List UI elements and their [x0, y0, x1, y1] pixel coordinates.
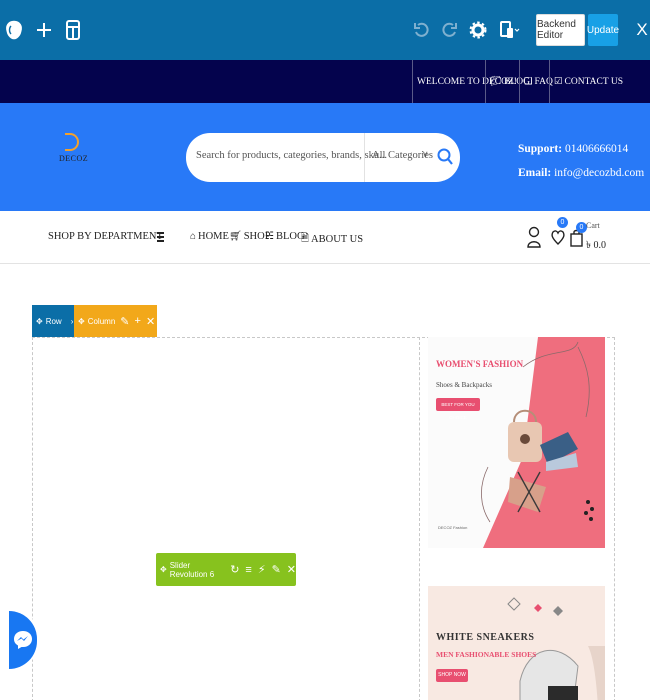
clone-icon[interactable]: ↻: [230, 563, 239, 576]
search-input[interactable]: Search for products, categories, brands,…: [196, 150, 387, 161]
nav-about[interactable]: 🗎︎ ABOUT US: [301, 231, 363, 248]
heart-icon[interactable]: [551, 228, 565, 251]
top-strip: WELCOME TO DECOZ! 📁︎ BLOG ❑ FAQ ☑ CONTACT U…: [0, 60, 650, 103]
backend-editor-button[interactable]: Backend Editor: [536, 14, 585, 46]
home-icon: ⌂: [190, 231, 197, 242]
slider-label: Slider Revolution 6: [169, 560, 215, 579]
document-icon: 🗎︎: [301, 233, 310, 244]
banner2-button[interactable]: SHOP NOW: [436, 669, 468, 682]
settings-icon[interactable]: [466, 18, 490, 42]
adjust-icon[interactable]: ≡: [245, 564, 251, 576]
edit-pencil-icon[interactable]: ✎: [272, 563, 281, 576]
contact-top-link-label: CONTACT US: [564, 76, 623, 87]
edit-pencil-icon[interactable]: ✎: [120, 315, 129, 328]
nav-about-label: ABOUT US: [311, 234, 364, 245]
logo-text: DECOZ: [59, 154, 89, 163]
edit-icon: ☑: [554, 77, 563, 87]
white-sneakers-banner[interactable]: WHITE SNEAKERS MEN FASHIONABLE SHOES SHO…: [428, 586, 605, 700]
contact-top-link[interactable]: ☑ CONTACT US: [549, 60, 623, 103]
banner2-title: WHITE SNEAKERS: [436, 632, 535, 643]
white-sneakers-image: [507, 597, 605, 700]
site-logo[interactable]: DECOZ: [59, 133, 89, 163]
copy-icon: ❑: [524, 77, 533, 87]
slider-revolution-control[interactable]: ✥ Slider Revolution 6 ↻ ≡ ⚡︎ ✎ ✕: [156, 553, 296, 586]
folder-icon: 📁︎: [490, 77, 503, 87]
move-icon[interactable]: ✥: [78, 317, 85, 326]
delete-icon[interactable]: ✕: [287, 563, 296, 576]
support-email[interactable]: info@decozbd.com: [554, 167, 644, 179]
row-control[interactable]: ✥ Row ›: [32, 305, 74, 337]
banner1-subtitle: Shoes & Backpacks: [436, 381, 492, 389]
add-element-icon[interactable]: [32, 18, 56, 42]
lightning-icon[interactable]: ⚡︎: [258, 563, 266, 576]
banner1-brand: DECOZ Fashion: [438, 525, 468, 530]
responsive-icon[interactable]: [498, 18, 522, 42]
nav-home-label: HOME: [198, 231, 229, 242]
search-bar: Search for products, categories, brands,…: [186, 133, 460, 182]
builder-toolbar: Backend Editor Update X: [0, 0, 650, 60]
cart-amount: ৳ 0.0: [586, 240, 606, 251]
column-control[interactable]: ✥ Column ✎ + ✕: [74, 305, 157, 337]
templates-icon[interactable]: [61, 18, 85, 42]
update-button[interactable]: Update: [587, 14, 619, 46]
banner1-button[interactable]: BEST FOR YOU CHOICE: [436, 398, 480, 420]
close-icon[interactable]: X: [630, 18, 650, 42]
chevron-right-icon: ›: [70, 316, 74, 326]
nav-home[interactable]: ⌂ HOME: [190, 231, 229, 242]
cart-label: Cart: [586, 221, 600, 230]
support-label: Support:: [518, 143, 563, 155]
delete-icon[interactable]: ✕: [146, 315, 155, 328]
shop-by-department[interactable]: SHOP BY DEPARTMENT: [48, 231, 163, 242]
user-icon[interactable]: [527, 226, 541, 253]
wishlist-badge: 0: [557, 217, 568, 228]
blog-icon: ☷: [265, 231, 274, 242]
search-divider: [364, 133, 365, 182]
nav-blog[interactable]: ☷ BLOG: [265, 231, 305, 242]
row-label: Row: [45, 316, 62, 326]
redo-icon[interactable]: [438, 18, 462, 42]
column-divider: [419, 337, 420, 700]
banner1-title: WOMEN'S FASHION: [436, 359, 524, 369]
logo-icon[interactable]: [2, 18, 26, 42]
womens-fashion-banner[interactable]: WOMEN'S FASHION Shoes & Backpacks BEST F…: [428, 337, 605, 548]
email-label: Email:: [518, 167, 552, 179]
chevron-down-icon: ∨: [422, 149, 429, 159]
search-icon[interactable]: [436, 147, 454, 167]
menu-icon[interactable]: [157, 232, 164, 244]
banner2-subtitle: MEN FASHIONABLE SHOES: [436, 650, 537, 659]
cart-small-icon: 🛒︎: [229, 231, 242, 242]
support-info: Support: 01406666014 Email: info@decozbd…: [518, 137, 644, 185]
column-label: Column: [87, 316, 116, 326]
add-icon[interactable]: +: [135, 315, 141, 327]
move-icon[interactable]: ✥: [160, 565, 167, 574]
logo-mark-icon: [65, 133, 79, 151]
support-phone[interactable]: 01406666014: [565, 143, 628, 155]
move-icon[interactable]: ✥: [36, 317, 43, 326]
undo-icon[interactable]: [409, 18, 433, 42]
